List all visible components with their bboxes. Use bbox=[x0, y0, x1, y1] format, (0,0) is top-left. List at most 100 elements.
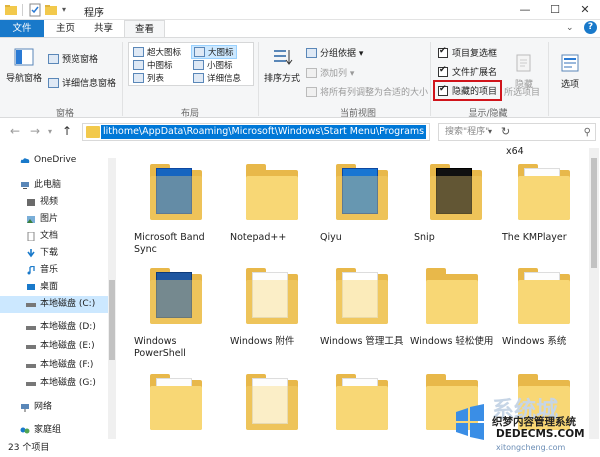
folder-item[interactable]: Notepad++ bbox=[228, 148, 318, 258]
folder-item[interactable]: Windows 系统 bbox=[500, 252, 590, 364]
nav-item-drive-c[interactable]: 本地磁盘 (C:) bbox=[0, 296, 108, 313]
maximize-button[interactable]: ☐ bbox=[540, 0, 570, 20]
layout-list[interactable]: 列表 bbox=[133, 72, 164, 84]
properties-icon[interactable] bbox=[28, 3, 42, 17]
details-pane-button[interactable]: 详细信息窗格 bbox=[48, 76, 116, 89]
nav-item-drive-g[interactable]: 本地磁盘 (G:) bbox=[0, 375, 108, 392]
content-scroll-thumb[interactable] bbox=[591, 158, 597, 268]
help-icon[interactable]: ? bbox=[584, 21, 597, 34]
nav-item-onedrive[interactable]: OneDrive bbox=[0, 152, 108, 169]
search-input[interactable]: 搜索"程序" ⚲ bbox=[438, 123, 596, 141]
band-sync-icon bbox=[150, 164, 202, 220]
nav-item-desktop[interactable]: 桌面 bbox=[0, 279, 108, 296]
options-button[interactable]: 选项 bbox=[552, 52, 588, 90]
nav-label: 视频 bbox=[40, 197, 59, 207]
nav-label: 本地磁盘 (E:) bbox=[40, 341, 95, 351]
folder-item[interactable]: Windows 管理工具 bbox=[318, 252, 408, 364]
folder-item[interactable]: Windows 附件 bbox=[228, 252, 318, 364]
nav-item-this-pc[interactable]: 此电脑 bbox=[0, 177, 108, 194]
layout-group-label: 布局 bbox=[180, 109, 199, 119]
folder-item[interactable]: The KMPlayer bbox=[500, 148, 590, 258]
close-button[interactable]: ✕ bbox=[570, 0, 600, 20]
nav-pane-label: 导航窗格 bbox=[5, 74, 42, 84]
layout-medium-label: 中图标 bbox=[147, 61, 173, 71]
medium-icon bbox=[133, 60, 144, 70]
tab-file[interactable]: 文件 bbox=[0, 20, 44, 38]
folder-item[interactable] bbox=[318, 358, 408, 438]
nav-item-drive-d[interactable]: 本地磁盘 (D:) bbox=[0, 319, 108, 336]
music-icon bbox=[27, 266, 35, 275]
nav-item-network[interactable]: 网络 bbox=[0, 399, 108, 416]
add-column-button[interactable]: 添加列 ▾ bbox=[306, 66, 354, 79]
nav-scrollbar[interactable] bbox=[108, 158, 116, 439]
tab-view[interactable]: 查看 bbox=[124, 20, 166, 38]
file-extensions-toggle[interactable]: 文件扩展名 bbox=[438, 65, 497, 78]
preview-pane-button[interactable]: 预览窗格 bbox=[48, 52, 98, 65]
folder-item[interactable] bbox=[132, 358, 222, 438]
back-arrow-icon[interactable]: ← bbox=[10, 124, 20, 138]
nav-item-drive-e[interactable]: 本地磁盘 (E:) bbox=[0, 338, 108, 355]
layout-medium[interactable]: 中图标 bbox=[133, 59, 173, 71]
folder-icon bbox=[518, 164, 570, 220]
desktop-icon bbox=[27, 284, 35, 290]
tab-share[interactable]: 共享 bbox=[84, 20, 123, 38]
layout-details[interactable]: 详细信息 bbox=[193, 72, 241, 84]
nav-label: 此电脑 bbox=[34, 180, 62, 190]
sort-by-button[interactable]: 排序方式 bbox=[262, 46, 302, 84]
selected-items-label: 所选项目 bbox=[504, 88, 541, 98]
folder-item[interactable]: Windows PowerShell bbox=[132, 252, 222, 364]
drive-icon bbox=[26, 364, 36, 368]
layout-large[interactable]: 大图标 bbox=[191, 45, 237, 59]
show-group-label: 显示/隐藏 bbox=[468, 109, 508, 119]
nav-label: 本地磁盘 (D:) bbox=[40, 322, 96, 332]
item-label: Windows 管理工具 bbox=[320, 336, 404, 347]
item-checkboxes-toggle[interactable]: 项目复选框 bbox=[438, 46, 497, 59]
up-arrow-icon[interactable]: ↑ bbox=[62, 124, 72, 138]
folder-item[interactable] bbox=[228, 358, 318, 438]
details-pane-icon bbox=[48, 78, 59, 88]
folder-item[interactable]: Qiyu bbox=[318, 148, 408, 258]
minimize-button[interactable]: — bbox=[510, 0, 540, 20]
recent-dropdown-icon[interactable]: ▾ bbox=[48, 127, 52, 136]
folder-item[interactable]: Snip bbox=[412, 148, 502, 258]
ie-icon bbox=[246, 374, 298, 430]
chevron-down-icon[interactable]: ⌄ bbox=[566, 23, 574, 33]
hidden-items-toggle[interactable]: 隐藏的项目 bbox=[432, 80, 503, 101]
separator bbox=[548, 42, 549, 116]
folder-item[interactable]: Microsoft Band Sync bbox=[132, 148, 222, 258]
forward-arrow-icon[interactable]: → bbox=[30, 124, 40, 138]
item-label: Windows 轻松使用 bbox=[410, 336, 494, 347]
nav-item-homegroup[interactable]: 家庭组 bbox=[0, 422, 108, 439]
download-icon bbox=[27, 249, 35, 258]
nav-item-pictures[interactable]: 图片 bbox=[0, 211, 108, 228]
watermark: 系统城 织梦内容管理系统 DEDECMS.COM xitongcheng.com bbox=[448, 396, 598, 456]
nav-item-documents[interactable]: 文档 bbox=[0, 228, 108, 245]
separator bbox=[122, 42, 123, 116]
nav-pane-button[interactable]: 导航窗格 bbox=[4, 46, 44, 84]
search-icon[interactable]: ⚲ bbox=[584, 125, 591, 141]
tab-home[interactable]: 主页 bbox=[46, 20, 85, 38]
nav-item-drive-f[interactable]: 本地磁盘 (F:) bbox=[0, 357, 108, 374]
size-all-columns-button[interactable]: 将所有列调整为合适的大小 bbox=[306, 85, 428, 98]
group-by-button[interactable]: 分组依据 ▾ bbox=[306, 46, 363, 59]
item-checkboxes-label: 项目复选框 bbox=[452, 49, 498, 59]
size-columns-icon bbox=[306, 87, 317, 97]
nav-scroll-thumb[interactable] bbox=[109, 280, 115, 360]
nav-item-videos[interactable]: 视频 bbox=[0, 194, 108, 211]
cloud-icon bbox=[20, 158, 30, 163]
nav-item-music[interactable]: 音乐 bbox=[0, 262, 108, 279]
new-folder-icon[interactable] bbox=[44, 3, 58, 17]
folder-icon bbox=[246, 164, 298, 220]
folder-item[interactable]: Windows 轻松使用 bbox=[408, 252, 498, 364]
address-field[interactable]: lithome\AppData\Roaming\Microsoft\Window… bbox=[82, 123, 510, 141]
layout-small[interactable]: 小图标 bbox=[193, 59, 233, 71]
quick-access-dropdown-icon[interactable]: ▾ bbox=[62, 5, 76, 19]
nav-label: 本地磁盘 (C:) bbox=[40, 299, 96, 309]
layout-extra-large[interactable]: 超大图标 bbox=[133, 46, 181, 58]
address-path[interactable]: lithome\AppData\Roaming\Microsoft\Window… bbox=[101, 125, 427, 139]
drive-icon bbox=[26, 303, 36, 307]
ribbon-tabs: 文件 主页 共享 查看 ⌄ ? bbox=[0, 20, 600, 38]
nav-label: 桌面 bbox=[40, 282, 59, 292]
drive-icon bbox=[26, 345, 36, 349]
nav-item-downloads[interactable]: 下载 bbox=[0, 245, 108, 262]
